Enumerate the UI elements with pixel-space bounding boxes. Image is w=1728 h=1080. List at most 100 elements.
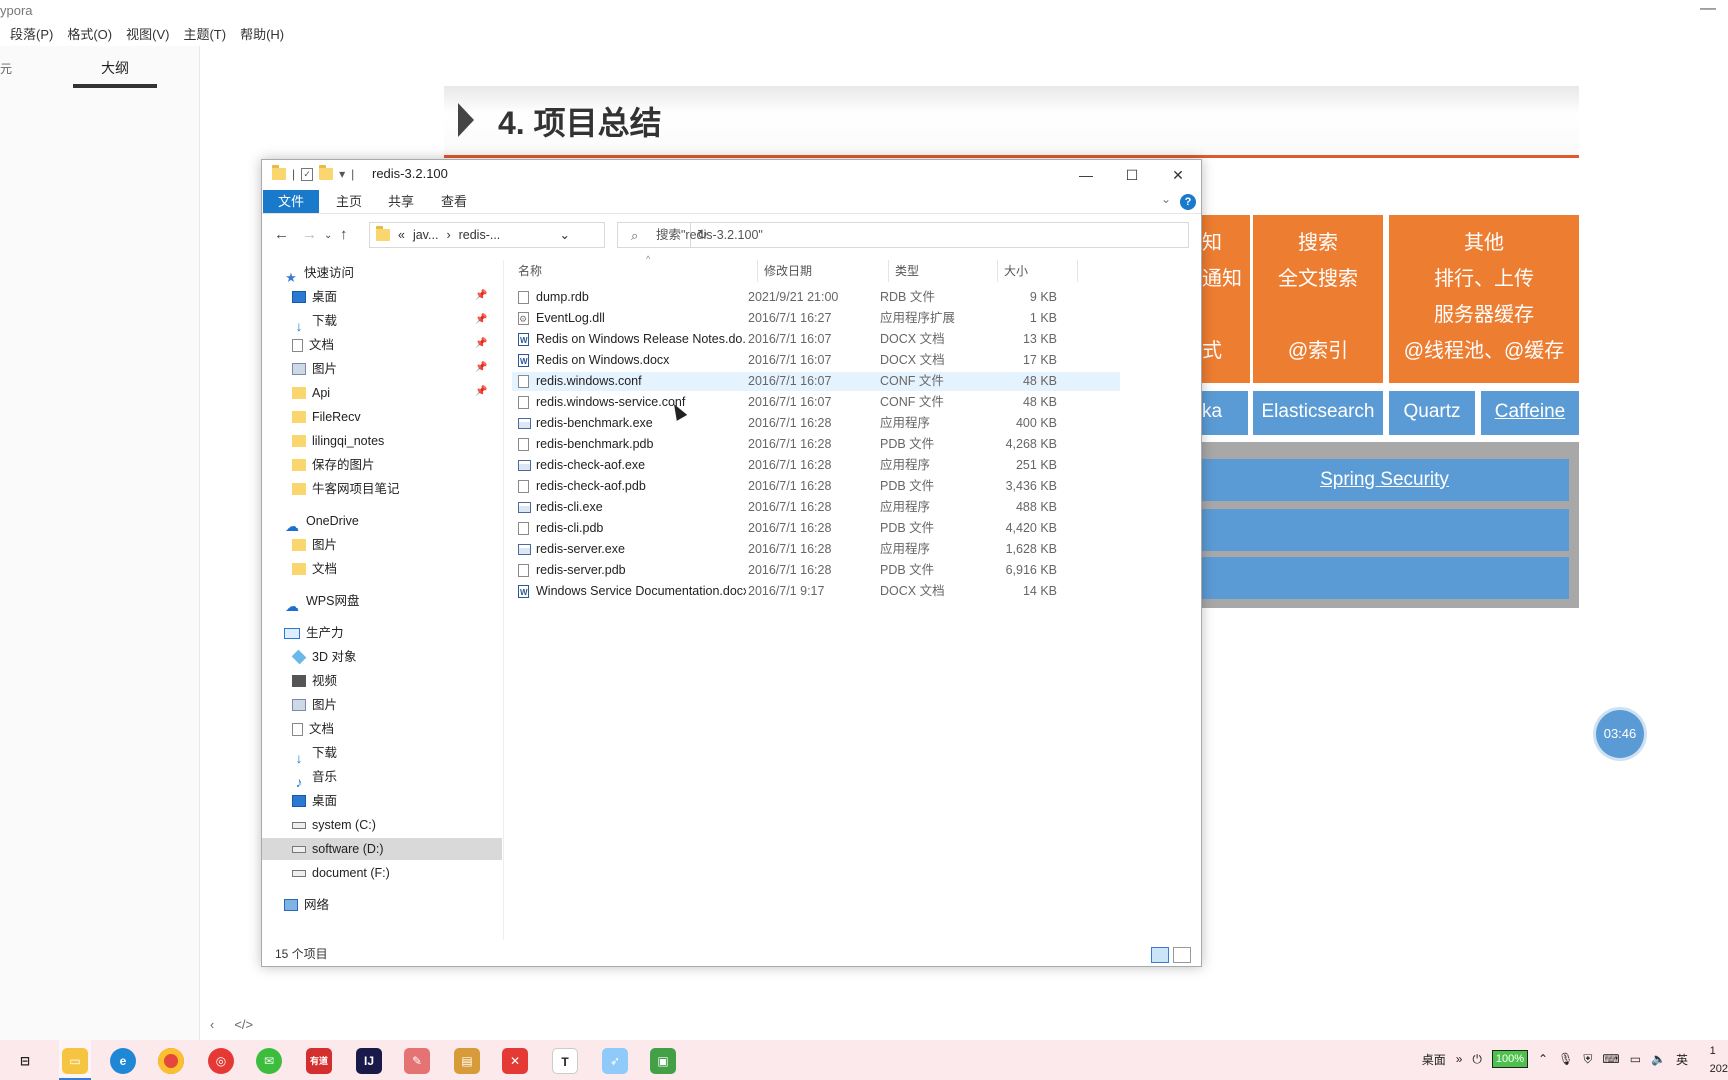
xmind-icon[interactable]: ✕: [502, 1048, 528, 1074]
nav-pc-pictures[interactable]: 图片: [292, 694, 532, 716]
power-plug-icon[interactable]: ⏻: [1472, 1052, 1482, 1067]
recent-locations-icon[interactable]: ⌄: [324, 230, 332, 241]
nav-this-pc[interactable]: 生产力: [284, 622, 524, 644]
nav-pictures[interactable]: 图片: [292, 358, 532, 380]
chrome-icon[interactable]: [158, 1048, 184, 1074]
edge-icon[interactable]: e: [110, 1048, 136, 1074]
close-button[interactable]: ✕: [1155, 160, 1201, 190]
nav-pc-documents[interactable]: 文档: [292, 718, 532, 740]
file-row[interactable]: redis-check-aof.exe 2016/7/1 16:28 应用程序 251…: [512, 456, 1120, 475]
menu-view[interactable]: 视图(V): [126, 24, 169, 43]
minimize-button[interactable]: —: [1063, 160, 1109, 190]
tab-file[interactable]: 文件: [263, 190, 319, 213]
nav-drive-d[interactable]: software (D:): [262, 838, 502, 860]
iqiyi-icon[interactable]: ▣: [650, 1048, 676, 1074]
nav-desktop[interactable]: 桌面: [292, 286, 532, 308]
battery-indicator[interactable]: 100%: [1491, 1050, 1529, 1068]
address-bar[interactable]: « jav... › redis-... ⌄ ↻: [369, 222, 708, 248]
feishu-icon[interactable]: ➶: [602, 1048, 628, 1074]
file-row[interactable]: redis-benchmark.pdb 2016/7/1 16:28 PDB 文件 4…: [512, 435, 1120, 454]
volume-icon[interactable]: 🔈: [1651, 1052, 1666, 1066]
nav-wps-cloud[interactable]: ☁ WPS网盘: [284, 590, 524, 614]
source-code-icon[interactable]: </>: [234, 1017, 253, 1032]
address-overflow[interactable]: «: [398, 223, 405, 247]
nav-videos[interactable]: 视频: [292, 670, 532, 692]
task-view-icon[interactable]: ⊟: [12, 1048, 38, 1074]
menu-format[interactable]: 格式(O): [67, 24, 112, 43]
book-icon[interactable]: ▤: [454, 1048, 480, 1074]
overflow-icon[interactable]: »: [1456, 1052, 1463, 1066]
file-row[interactable]: redis.windows.conf 2016/7/1 16:07 CONF 文件 4…: [512, 372, 1120, 391]
file-row[interactable]: redis-server.pdb 2016/7/1 16:28 PDB 文件 6,91…: [512, 561, 1120, 580]
back-arrow-icon[interactable]: ←: [274, 226, 289, 243]
column-date-modified[interactable]: 修改日期: [758, 260, 889, 282]
network-status-icon[interactable]: ▭: [1630, 1052, 1641, 1066]
help-icon[interactable]: ?: [1180, 194, 1196, 210]
nav-onedrive[interactable]: ☁ OneDrive: [284, 510, 524, 534]
typora-icon[interactable]: T: [552, 1048, 578, 1074]
file-row[interactable]: redis.windows-service.conf 2016/7/1 16:07…: [512, 393, 1120, 412]
keyboard-icon[interactable]: ⌨: [1602, 1052, 1619, 1066]
search-input[interactable]: 搜索"redis-3.2.100": [617, 222, 1189, 248]
address-dropdown-icon[interactable]: ⌄: [560, 223, 570, 247]
files-tab-fragment[interactable]: 元: [0, 60, 12, 77]
column-name[interactable]: 名称: [512, 260, 758, 282]
chevron-up-icon[interactable]: ⌃: [1538, 1052, 1548, 1066]
app-icon[interactable]: ✎: [404, 1048, 430, 1074]
new-folder-icon[interactable]: [319, 165, 334, 180]
minimize-icon[interactable]: —: [1700, 0, 1716, 18]
nav-nowcoder-notes[interactable]: 牛客网项目笔记: [292, 478, 532, 500]
expand-ribbon-icon[interactable]: ⌄: [1161, 192, 1171, 206]
chevron-left-icon[interactable]: ‹: [210, 1017, 214, 1032]
recording-timer[interactable]: 03:46: [1596, 710, 1644, 758]
file-row[interactable]: Windows Service Documentation.docx2016/7…: [512, 582, 1120, 602]
tab-share[interactable]: 共享: [380, 190, 422, 213]
nav-onedrive-pictures[interactable]: 图片: [292, 534, 532, 556]
tab-view[interactable]: 查看: [433, 190, 475, 213]
nav-3d-objects[interactable]: 3D 对象: [291, 646, 532, 668]
microphone-icon[interactable]: 🎙: [1558, 1052, 1573, 1066]
shield-icon[interactable]: ⛨: [1583, 1052, 1592, 1067]
desktop-toolbar[interactable]: 桌面: [1422, 1051, 1446, 1068]
menu-help[interactable]: 帮助(H): [240, 24, 284, 43]
intellij-icon[interactable]: IJ: [356, 1048, 382, 1074]
nav-pc-desktop[interactable]: 桌面: [292, 790, 532, 812]
nav-network[interactable]: 网络: [284, 894, 524, 916]
forward-arrow-icon[interactable]: →: [302, 226, 317, 243]
wechat-icon[interactable]: ✉: [256, 1048, 282, 1074]
file-row[interactable]: Redis on Windows Release Notes.do...2016…: [512, 330, 1120, 350]
file-row[interactable]: redis-server.exe 2016/7/1 16:28 应用程序 1,628 …: [512, 540, 1120, 559]
nav-drive-f[interactable]: document (F:): [292, 862, 532, 884]
file-row[interactable]: dump.rdb 2021/9/21 21:00 RDB 文件 9 KB: [512, 288, 1120, 307]
nav-onedrive-documents[interactable]: 文档: [292, 558, 532, 580]
ime-indicator[interactable]: 英: [1676, 1051, 1688, 1068]
details-view-icon[interactable]: [1151, 947, 1169, 963]
nav-downloads[interactable]: ↓ 下载: [292, 310, 532, 334]
nav-quick-access[interactable]: ★ 快速访问: [284, 262, 524, 285]
column-size[interactable]: 大小: [998, 260, 1078, 282]
file-explorer-icon[interactable]: ▭: [62, 1048, 88, 1074]
clock[interactable]: 1 202: [1710, 1042, 1728, 1078]
nav-music[interactable]: ♪ 音乐: [292, 766, 532, 790]
netease-music-icon[interactable]: ◎: [208, 1048, 234, 1074]
nav-lilingqi-notes[interactable]: lilingqi_notes: [292, 430, 532, 452]
file-row[interactable]: EventLog.dll 2016/7/1 16:27 应用程序扩展 1 KB: [512, 309, 1120, 329]
file-row[interactable]: Redis on Windows.docx 2016/7/1 16:07 DOCX …: [512, 351, 1120, 371]
youdao-icon[interactable]: 有道: [306, 1048, 332, 1074]
breadcrumb-item[interactable]: jav...: [413, 223, 438, 247]
large-icons-view-icon[interactable]: [1173, 947, 1191, 963]
file-row[interactable]: redis-cli.pdb 2016/7/1 16:28 PDB 文件 4,420 K…: [512, 519, 1120, 538]
tab-outline[interactable]: 大纲: [73, 58, 157, 88]
column-type[interactable]: 类型: [889, 260, 998, 282]
nav-pc-downloads[interactable]: ↓ 下载: [292, 742, 532, 766]
properties-icon[interactable]: ✓: [301, 167, 314, 181]
menu-theme[interactable]: 主题(T): [183, 24, 226, 43]
chevron-down-icon[interactable]: ▾: [339, 167, 345, 181]
nav-filerecv[interactable]: FileRecv: [292, 406, 532, 428]
nav-drive-c[interactable]: system (C:): [292, 814, 532, 836]
nav-saved-pictures[interactable]: 保存的图片: [292, 454, 532, 476]
up-arrow-icon[interactable]: ↑: [340, 226, 348, 243]
menu-paragraph[interactable]: 段落(P): [10, 24, 53, 43]
file-row[interactable]: redis-check-aof.pdb 2016/7/1 16:28 PDB 文件 3…: [512, 477, 1120, 496]
maximize-button[interactable]: ☐: [1109, 160, 1155, 190]
